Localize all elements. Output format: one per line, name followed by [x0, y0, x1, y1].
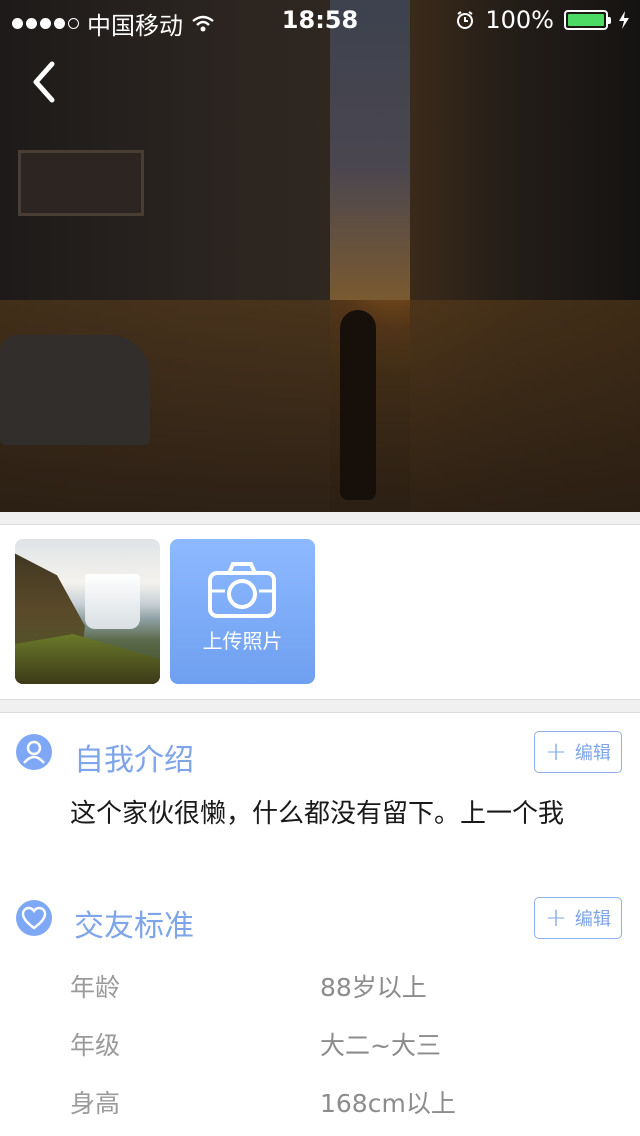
intro-title: 自我介绍	[74, 743, 194, 778]
battery-percent: 100%	[485, 6, 554, 34]
cover-person	[340, 310, 376, 500]
status-right: 100%	[455, 6, 630, 34]
criteria-value: 168cm以上	[320, 1089, 456, 1118]
criteria-label: 年级	[70, 1031, 121, 1060]
edit-intro-button[interactable]: + 编辑	[534, 731, 622, 773]
photo-thumbnail[interactable]	[15, 539, 160, 684]
edit-criteria-label: 编辑	[574, 909, 611, 930]
upload-photo-button[interactable]: 上传照片	[170, 539, 315, 684]
criteria-title: 交友标准	[74, 909, 194, 944]
person-icon	[16, 734, 52, 770]
battery-icon	[564, 10, 611, 30]
criteria-value: 88岁以上	[320, 973, 427, 1002]
chevron-left-icon	[33, 61, 55, 103]
photo-strip: 上传照片	[0, 525, 640, 699]
charging-icon	[619, 11, 629, 29]
plus-icon: +	[545, 737, 567, 767]
profile-cover-image	[0, 0, 640, 512]
alarm-icon	[457, 11, 474, 29]
cover-sky	[330, 0, 410, 300]
intro-text: 这个家伙很懒，什么都没有留下。上一个我	[70, 799, 565, 829]
back-button[interactable]	[22, 58, 70, 106]
plus-icon: +	[545, 903, 567, 933]
cover-sign	[18, 150, 144, 216]
camera-icon	[208, 562, 276, 618]
edit-criteria-button[interactable]: + 编辑	[534, 897, 622, 939]
criteria-label: 身高	[70, 1089, 121, 1118]
criteria-label: 年龄	[70, 973, 121, 1002]
heart-icon	[16, 900, 52, 936]
divider	[0, 512, 640, 525]
edit-intro-label: 编辑	[574, 743, 611, 764]
status-bar: 中国移动 18:58 100%	[0, 0, 640, 40]
divider	[0, 699, 640, 713]
cover-car	[0, 335, 150, 445]
upload-photo-label: 上传照片	[202, 629, 283, 653]
criteria-value: 大二~大三	[320, 1031, 441, 1060]
